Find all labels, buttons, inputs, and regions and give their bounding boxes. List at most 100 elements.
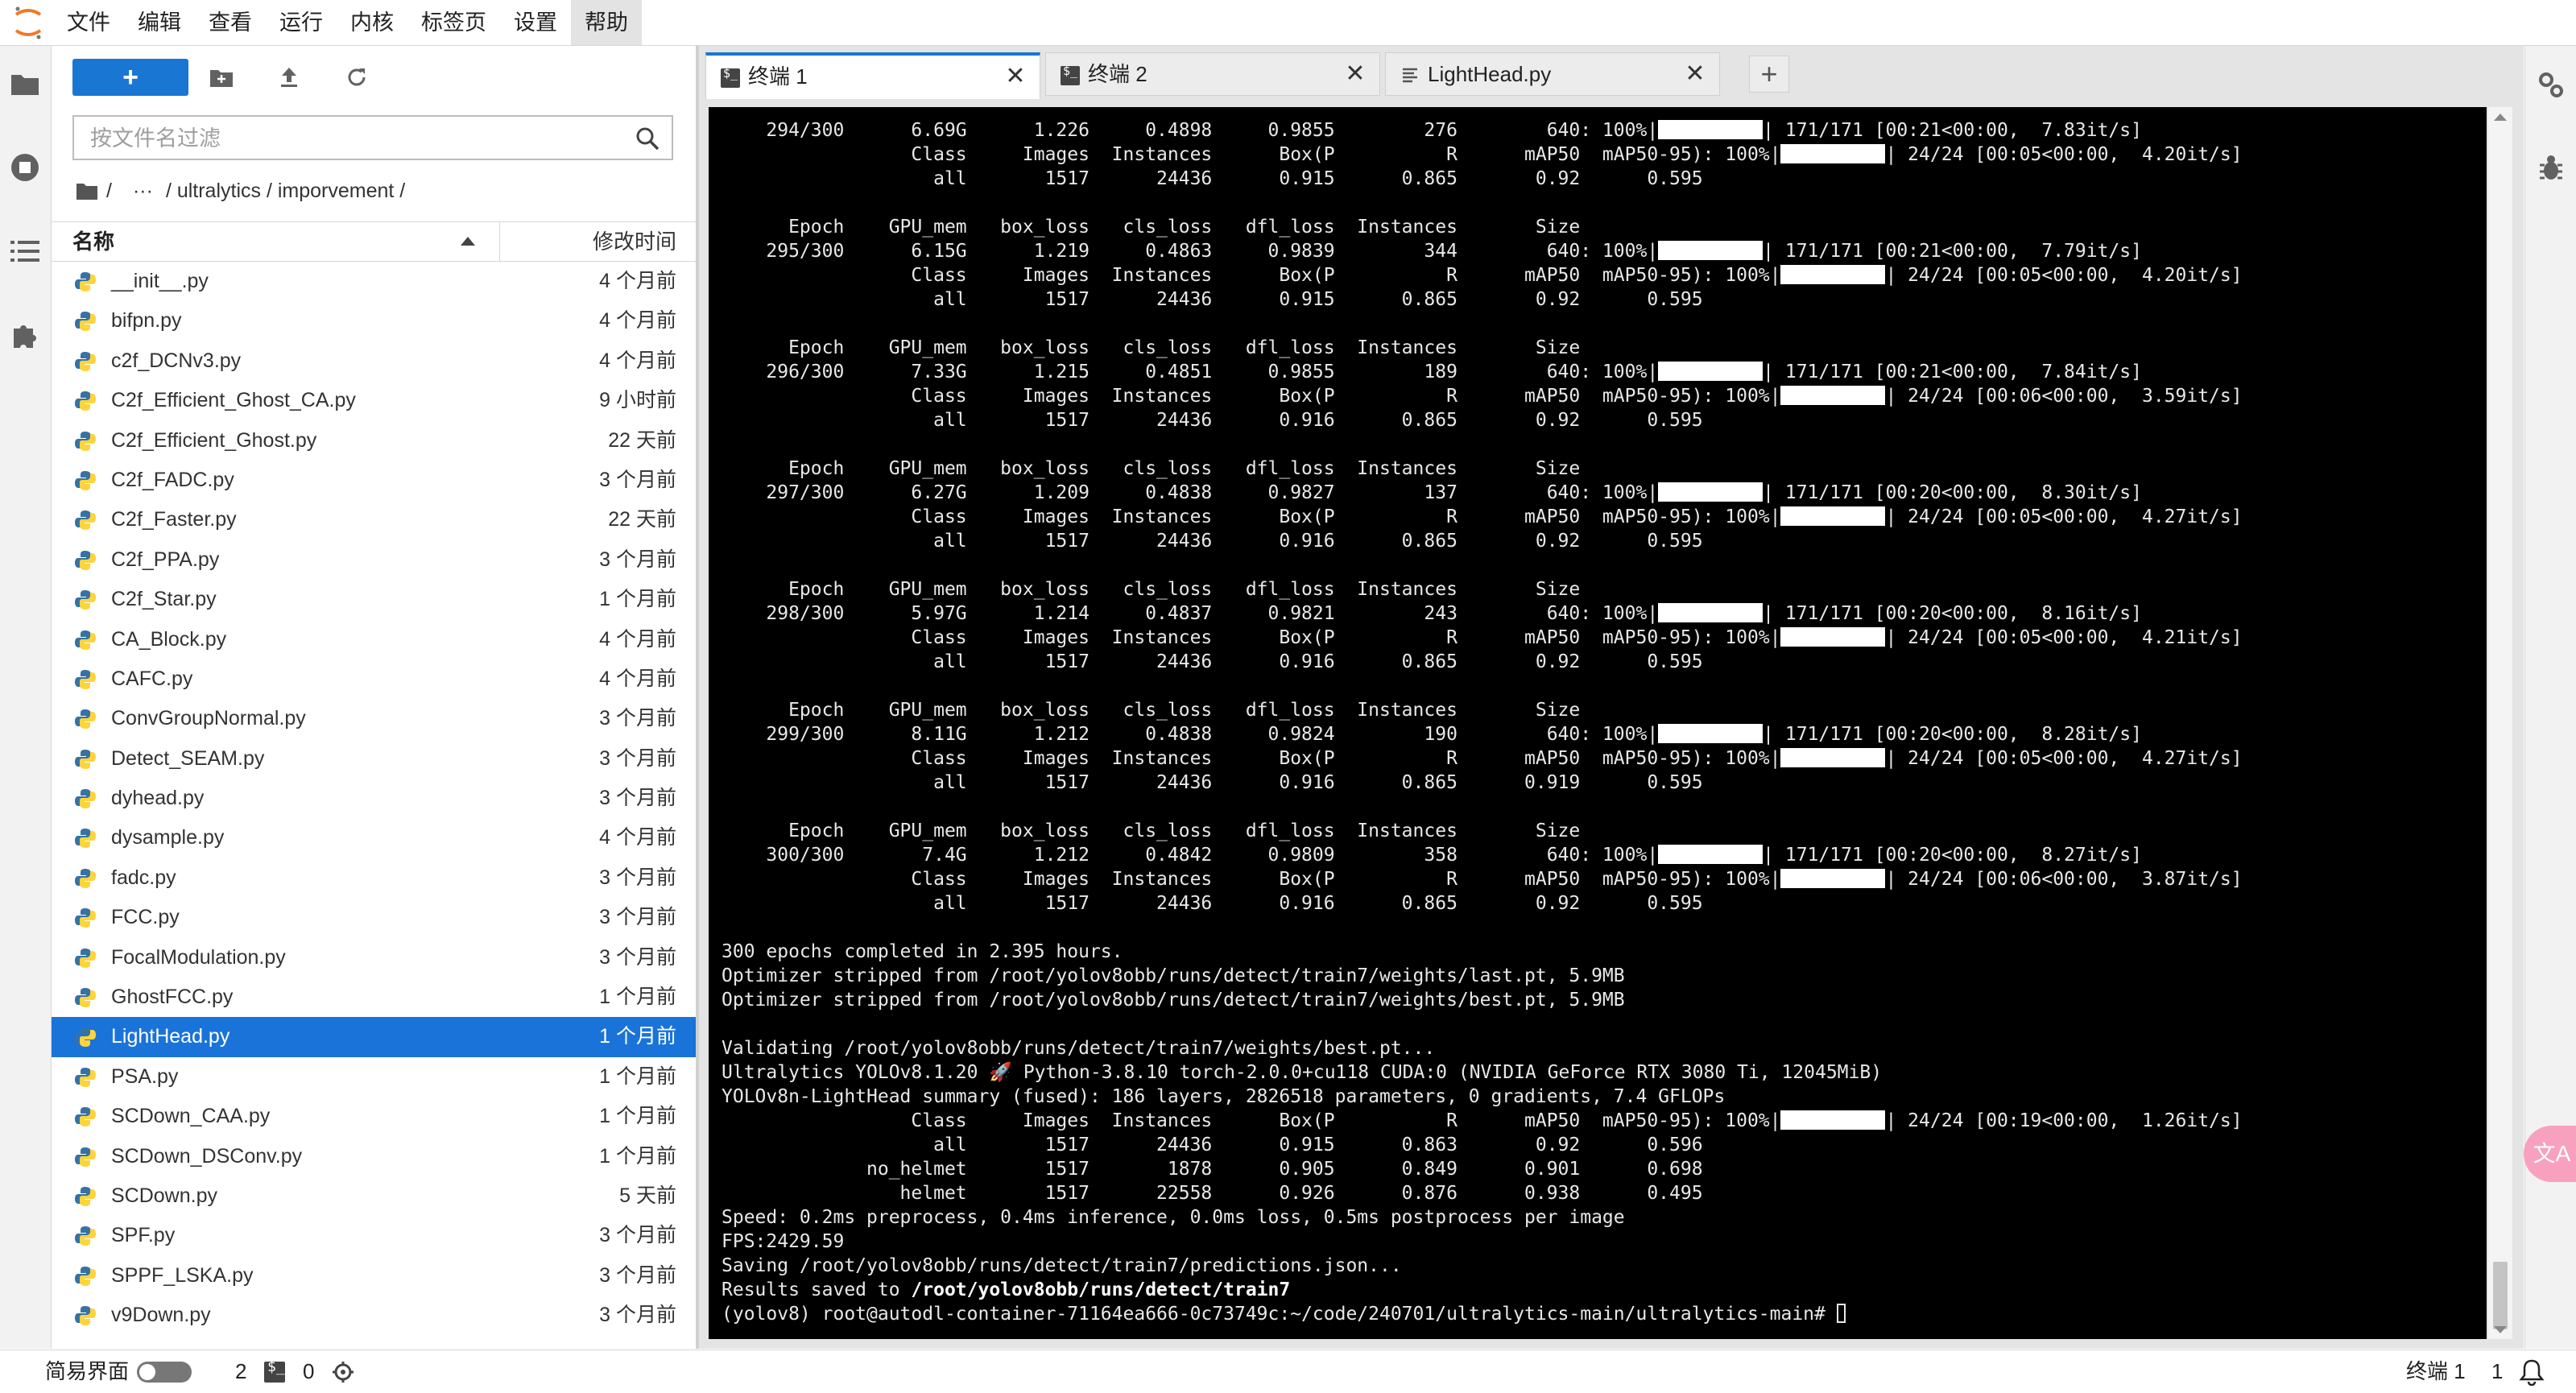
file-row[interactable]: Detect_SEAM.py 3 个月前 xyxy=(52,739,696,779)
file-modified: 4 个月前 xyxy=(599,826,676,849)
file-name: SCDown_CAA.py xyxy=(111,1105,271,1128)
file-row[interactable]: C2f_Star.py 1 个月前 xyxy=(52,580,696,619)
file-row[interactable]: SCDown_DSConv.py 1 个月前 xyxy=(52,1137,696,1176)
python-file-icon xyxy=(74,1185,97,1208)
file-row[interactable]: SPF.py 3 个月前 xyxy=(52,1216,696,1255)
main-dock-area: $_ 终端 1 ✕ $_ 终端 2 ✕ LightHead.py ✕ + 294/300 6.6… xyxy=(699,46,2524,1349)
search-icon xyxy=(636,127,660,151)
menu-item-4[interactable]: 内核 xyxy=(337,0,407,45)
python-file-icon xyxy=(74,1066,97,1089)
scroll-down-arrow-icon[interactable] xyxy=(2494,1326,2507,1333)
name-column-label: 名称 xyxy=(72,229,115,254)
menu-item-6[interactable]: 设置 xyxy=(500,0,571,45)
file-row[interactable]: C2f_PPA.py 3 个月前 xyxy=(52,540,696,580)
menu-item-1[interactable]: 编辑 xyxy=(124,0,195,45)
menu-item-3[interactable]: 运行 xyxy=(266,0,337,45)
running-stop-icon[interactable] xyxy=(8,151,42,184)
file-row[interactable]: FocalModulation.py 3 个月前 xyxy=(52,938,696,978)
file-row[interactable]: fadc.py 3 个月前 xyxy=(52,858,696,898)
property-inspector-gears-icon[interactable] xyxy=(2537,70,2566,99)
notification-count: 1 xyxy=(2491,1359,2504,1383)
file-row[interactable]: bifpn.py 4 个月前 xyxy=(52,301,696,341)
file-name: c2f_DCNv3.py xyxy=(111,349,242,372)
home-folder-icon[interactable] xyxy=(76,181,98,200)
table-of-contents-icon[interactable] xyxy=(8,234,42,268)
python-file-icon xyxy=(74,1106,97,1128)
file-name: Detect_SEAM.py xyxy=(111,746,265,770)
menu-item-2[interactable]: 查看 xyxy=(195,0,266,45)
tab-2[interactable]: LightHead.py ✕ xyxy=(1385,52,1720,96)
upload-icon[interactable] xyxy=(275,64,303,91)
progress-bar xyxy=(1780,1110,1886,1130)
file-name: C2f_Efficient_Ghost.py xyxy=(111,428,317,452)
terminal-icon: $_ xyxy=(1061,64,1080,85)
file-name: SPPF_LSKA.py xyxy=(111,1263,254,1287)
file-row[interactable]: C2f_Faster.py 22 天前 xyxy=(52,500,696,539)
file-row[interactable]: CA_Block.py 4 个月前 xyxy=(52,620,696,659)
file-name: v9Down.py xyxy=(111,1304,211,1327)
file-modified: 1 个月前 xyxy=(599,986,676,1009)
notification-bell-icon[interactable] xyxy=(2519,1358,2545,1387)
file-list-header: 名称 修改时间 xyxy=(52,221,696,262)
terminal-output: 294/300 6.69G 1.226 0.4898 0.9855 276 64… xyxy=(722,120,2243,1325)
extension-puzzle-icon[interactable] xyxy=(8,318,42,352)
file-modified: 3 个月前 xyxy=(599,906,676,929)
debugger-bug-icon[interactable] xyxy=(2538,154,2564,183)
file-filter-input[interactable] xyxy=(89,123,607,154)
file-row[interactable]: GhostFCC.py 1 个月前 xyxy=(52,978,696,1017)
new-folder-icon[interactable] xyxy=(208,64,235,91)
folder-icon[interactable] xyxy=(8,67,42,101)
file-row[interactable]: C2f_Efficient_Ghost_CA.py 9 小时前 xyxy=(52,381,696,420)
file-modified: 3 个月前 xyxy=(599,548,676,571)
file-row[interactable]: v9Down.py 3 个月前 xyxy=(52,1296,696,1335)
file-row[interactable]: FCC.py 3 个月前 xyxy=(52,898,696,937)
python-file-icon xyxy=(74,1265,97,1288)
add-tab-button[interactable]: + xyxy=(1749,56,1789,93)
new-launcher-button[interactable]: + xyxy=(72,59,188,96)
python-file-icon xyxy=(74,1026,97,1048)
python-file-icon xyxy=(74,430,97,453)
menu-item-7[interactable]: 帮助 xyxy=(571,0,642,45)
kernel-count[interactable]: 0 xyxy=(303,1350,314,1393)
file-row[interactable]: SCDown_CAA.py 1 个月前 xyxy=(52,1097,696,1136)
breadcrumb-path[interactable]: / ultralytics / imporvement / xyxy=(166,180,405,203)
tab-0[interactable]: $_ 终端 1 ✕ xyxy=(705,52,1040,99)
file-row[interactable]: ConvGroupNormal.py 3 个月前 xyxy=(52,699,696,738)
breadcrumb-root[interactable]: / xyxy=(106,180,112,203)
file-row[interactable]: CAFC.py 4 个月前 xyxy=(52,659,696,699)
translate-float-button[interactable]: 文A xyxy=(2524,1126,2576,1182)
file-modified: 1 个月前 xyxy=(599,1025,676,1048)
file-row[interactable]: SPPF_LSKA.py 3 个月前 xyxy=(52,1256,696,1296)
file-modified: 22 天前 xyxy=(608,508,676,531)
file-name: SCDown_DSConv.py xyxy=(111,1144,303,1168)
menu-item-5[interactable]: 标签页 xyxy=(407,0,500,45)
close-icon[interactable]: ✕ xyxy=(1344,62,1367,86)
file-row[interactable]: LightHead.py 1 个月前 xyxy=(52,1017,696,1057)
refresh-icon[interactable] xyxy=(343,64,370,91)
terminal-count[interactable]: 2 xyxy=(235,1350,246,1393)
file-row[interactable]: C2f_FADC.py 3 个月前 xyxy=(52,461,696,500)
file-row[interactable]: C2f_Efficient_Ghost.py 22 天前 xyxy=(52,421,696,461)
file-modified: 4 个月前 xyxy=(599,309,676,333)
terminal-scrollbar[interactable] xyxy=(2488,107,2512,1339)
breadcrumb-ellipsis[interactable]: ··· xyxy=(133,180,153,203)
menu-item-0[interactable]: 文件 xyxy=(53,0,124,45)
simple-mode-toggle[interactable] xyxy=(137,1362,192,1383)
scrollbar-thumb[interactable] xyxy=(2493,1262,2508,1329)
progress-bar xyxy=(1780,627,1886,647)
modified-column-header[interactable]: 修改时间 xyxy=(593,222,676,261)
file-row[interactable]: PSA.py 1 个月前 xyxy=(52,1057,696,1097)
file-row[interactable]: SCDown.py 5 天前 xyxy=(52,1176,696,1216)
scroll-up-arrow-icon[interactable] xyxy=(2494,114,2507,121)
file-row[interactable]: c2f_DCNv3.py 4 个月前 xyxy=(52,341,696,381)
file-row[interactable]: dysample.py 4 个月前 xyxy=(52,818,696,858)
close-icon[interactable]: ✕ xyxy=(1684,62,1706,86)
file-row[interactable]: dyhead.py 3 个月前 xyxy=(52,779,696,818)
name-column-header[interactable]: 名称 xyxy=(72,222,500,261)
python-file-icon xyxy=(74,708,97,730)
close-icon[interactable]: ✕ xyxy=(1004,64,1027,89)
file-row[interactable]: __init__.py 4 个月前 xyxy=(52,262,696,301)
tab-1[interactable]: $_ 终端 2 ✕ xyxy=(1045,52,1380,96)
terminal-panel[interactable]: 294/300 6.69G 1.226 0.4898 0.9855 276 64… xyxy=(709,107,2487,1339)
file-list: __init__.py 4 个月前 bifpn.py 4 个月前 c2f_DCNv3.p… xyxy=(52,262,696,1336)
